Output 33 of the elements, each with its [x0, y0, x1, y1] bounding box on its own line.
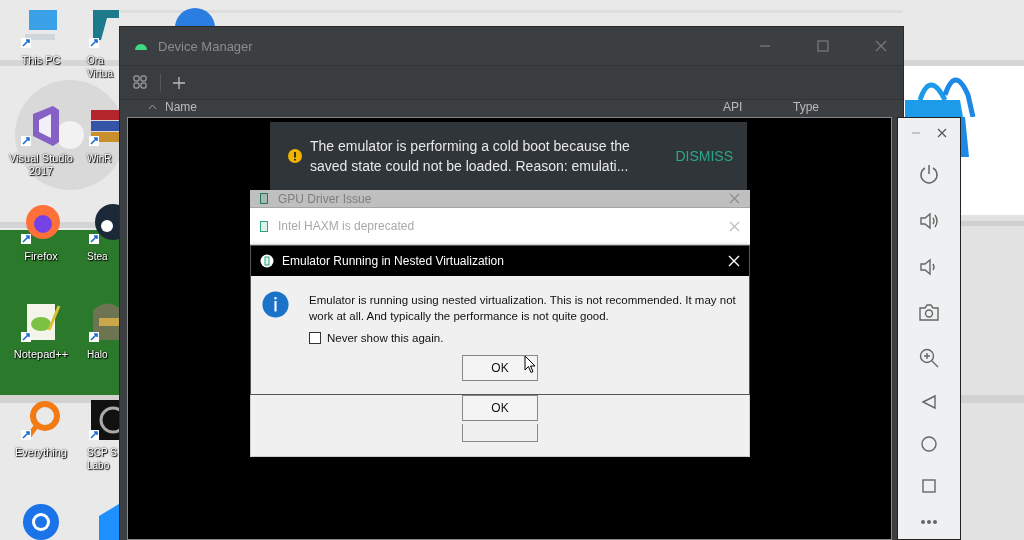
caret-icon[interactable] [148, 104, 157, 110]
info-icon [262, 289, 289, 320]
app-icon [260, 220, 268, 232]
toast-message: The emulator is performing a cold boot because the saved state could not be loaded. Reason: emulati... [310, 137, 631, 176]
dialog-message: Emulator is running using nested virtualization. This is not recommended. It may not work at all. And typically the performance is not quite good. [309, 293, 737, 324]
more-icon[interactable] [920, 518, 938, 525]
column-header[interactable]: Name [165, 100, 197, 114]
grid-icon[interactable] [133, 75, 148, 90]
home-icon[interactable] [921, 436, 937, 453]
column-header[interactable]: Type [793, 100, 903, 114]
checkbox-label[interactable]: Never show this again. [327, 332, 444, 344]
dialog-title: Intel HAXM is deprecated [278, 219, 415, 233]
checkbox[interactable] [309, 332, 321, 344]
camera-icon[interactable] [919, 303, 939, 322]
ok-button[interactable]: OK [462, 395, 538, 421]
app-icon [260, 193, 268, 204]
zoom-in-icon[interactable] [919, 347, 939, 368]
ok-button[interactable]: OK [462, 355, 538, 381]
overview-icon[interactable] [922, 478, 936, 493]
warning-icon [288, 149, 302, 163]
plus-icon[interactable] [173, 76, 185, 89]
column-header[interactable]: API [723, 100, 785, 114]
cursor-icon [524, 355, 536, 374]
android-icon [134, 41, 148, 51]
dismiss-button[interactable]: DISMISS [675, 148, 733, 164]
power-icon[interactable] [919, 164, 939, 185]
dialog-title: Emulator Running in Nested Virtualization [282, 254, 504, 268]
app-icon [260, 254, 274, 268]
volume-up-icon[interactable] [919, 210, 939, 231]
dialog-title: GPU Driver Issue [278, 191, 372, 206]
window-title: Device Manager [158, 38, 253, 54]
close-icon[interactable] [937, 128, 947, 138]
back-icon[interactable] [921, 393, 937, 410]
